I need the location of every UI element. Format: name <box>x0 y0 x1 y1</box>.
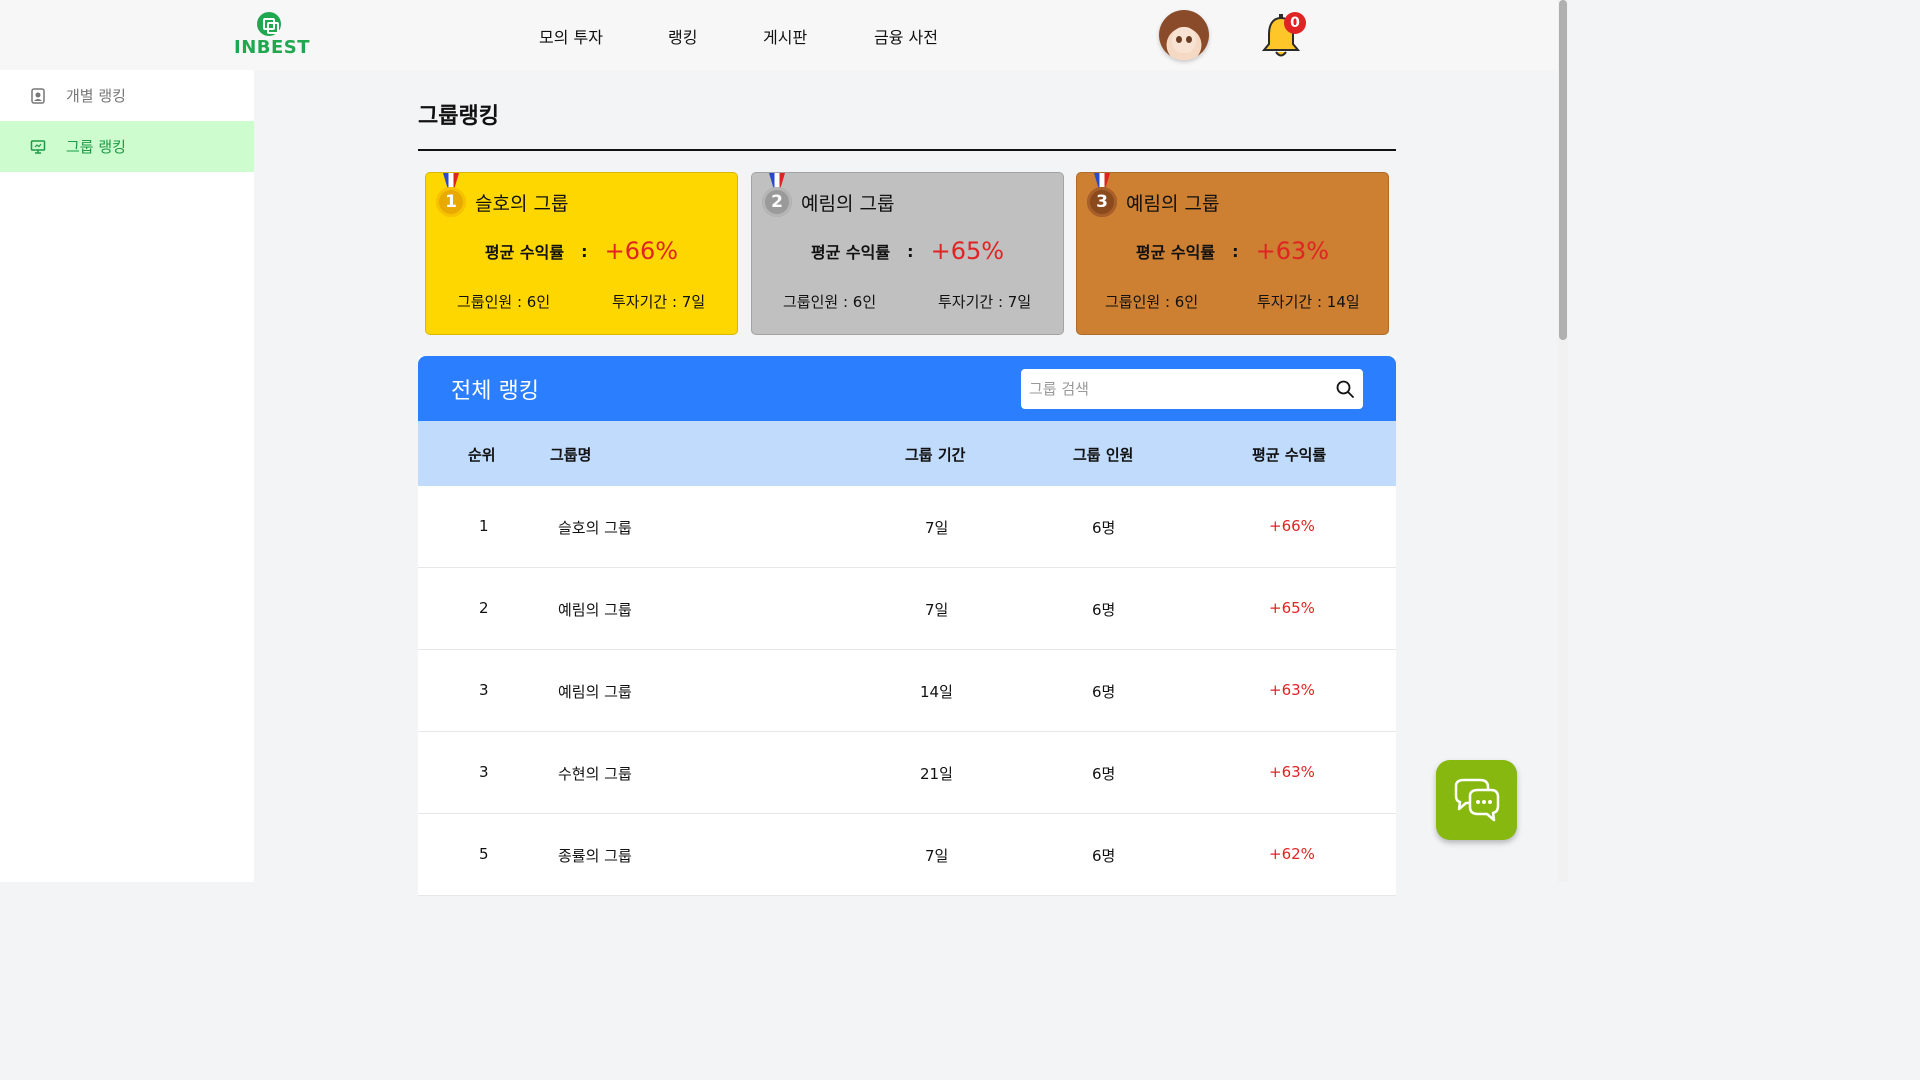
return-cell: +62% <box>1269 845 1315 863</box>
group-name: 슬호의 그룹 <box>475 193 569 215</box>
members-cell: 6명 <box>1092 601 1116 619</box>
sidebar-item-group-ranking[interactable]: 그룹 랭킹 <box>0 121 254 172</box>
avatar[interactable] <box>1159 10 1209 60</box>
silver-medal-icon: 2 <box>760 173 794 219</box>
logo-text: INBEST <box>234 37 311 58</box>
podium-card-3[interactable]: 3 예림의 그룹 평균 수익률 : +63% 그룹인원 : 6인 투자기간 : … <box>1076 172 1389 335</box>
group-name-cell: 종률의 그룹 <box>558 847 632 865</box>
return-cell: +63% <box>1269 763 1315 781</box>
sidebar-item-individual-ranking[interactable]: 개별 랭킹 <box>0 70 254 121</box>
group-name-cell: 예림의 그룹 <box>558 683 632 701</box>
group-name: 예림의 그룹 <box>1126 193 1220 215</box>
notification-badge: 0 <box>1284 12 1306 34</box>
sidebar-item-label: 그룹 랭킹 <box>66 138 126 156</box>
top-header: INBEST 모의 투자 랭킹 게시판 금융 사전 0 <box>0 0 1558 70</box>
avatar-eye <box>1186 36 1192 43</box>
column-average-return[interactable]: 평균 수익률 <box>1252 444 1326 465</box>
members-cell: 6명 <box>1092 683 1116 701</box>
rank-cell: 1 <box>479 517 489 535</box>
presentation-icon <box>30 139 46 154</box>
separator: : <box>581 241 588 261</box>
return-value: +63% <box>1255 237 1330 265</box>
nav-mock-investment[interactable]: 모의 투자 <box>539 24 603 48</box>
return-value: +66% <box>604 237 679 265</box>
column-group-name[interactable]: 그룹명 <box>550 444 591 465</box>
sidebar: 개별 랭킹 그룹 랭킹 <box>0 70 254 882</box>
table-row[interactable]: 5 종률의 그룹 7일 6명 +62% <box>418 814 1396 896</box>
scrollbar-thumb[interactable] <box>1559 0 1567 340</box>
sidebar-item-label: 개별 랭킹 <box>66 87 126 105</box>
members-cell: 6명 <box>1092 847 1116 865</box>
members-cell: 6명 <box>1092 765 1116 783</box>
separator: : <box>1232 241 1239 261</box>
group-name-cell: 예림의 그룹 <box>558 601 632 619</box>
group-members: 그룹인원 : 6인 <box>1105 293 1199 311</box>
period-cell: 21일 <box>920 765 953 783</box>
search-icon[interactable] <box>1335 379 1355 399</box>
return-label: 평균 수익률 <box>810 243 891 262</box>
notification-bell[interactable]: 0 <box>1261 12 1306 60</box>
investment-period: 투자기간 : 14일 <box>1257 293 1360 311</box>
group-search-box <box>1021 369 1363 409</box>
title-divider <box>418 149 1396 151</box>
column-group-members[interactable]: 그룹 인원 <box>1073 444 1133 465</box>
group-search-input[interactable] <box>1021 369 1331 409</box>
period-cell: 7일 <box>925 601 949 619</box>
table-row[interactable]: 3 수현의 그룹 21일 6명 +63% <box>418 732 1396 814</box>
average-return-row: 평균 수익률 : +66% <box>426 237 737 265</box>
separator: : <box>907 241 914 261</box>
nav-finance-dictionary[interactable]: 금융 사전 <box>874 24 938 48</box>
table-row[interactable]: 3 예림의 그룹 14일 6명 +63% <box>418 650 1396 732</box>
ranking-title: 전체 랭킹 <box>451 379 539 404</box>
page-title: 그룹랭킹 <box>418 104 499 129</box>
investment-period: 투자기간 : 7일 <box>612 293 706 311</box>
chat-button[interactable] <box>1436 760 1517 840</box>
return-label: 평균 수익률 <box>484 243 565 262</box>
table-row[interactable]: 2 예림의 그룹 7일 6명 +65% <box>418 568 1396 650</box>
gold-medal-icon: 1 <box>434 173 468 219</box>
rank-cell: 3 <box>479 681 489 699</box>
average-return-row: 평균 수익률 : +63% <box>1077 237 1388 265</box>
overall-ranking-panel: 전체 랭킹 순위 그룹명 그룹 기간 그룹 인원 평균 수익률 1 슬호의 그룹… <box>418 356 1396 896</box>
group-members: 그룹인원 : 6인 <box>457 293 551 311</box>
period-cell: 14일 <box>920 683 953 701</box>
group-name-cell: 수현의 그룹 <box>558 765 632 783</box>
return-cell: +63% <box>1269 681 1315 699</box>
podium-card-2[interactable]: 2 예림의 그룹 평균 수익률 : +65% 그룹인원 : 6인 투자기간 : … <box>751 172 1064 335</box>
inbest-logo[interactable]: INBEST <box>234 12 311 60</box>
return-value: +65% <box>930 237 1005 265</box>
rank-cell: 2 <box>479 599 489 617</box>
avatar-eye <box>1176 36 1182 43</box>
members-cell: 6명 <box>1092 519 1116 537</box>
avatar-face <box>1172 27 1196 53</box>
logo-icon <box>257 12 281 36</box>
group-name: 예림의 그룹 <box>801 193 895 215</box>
table-row[interactable]: 1 슬호의 그룹 7일 6명 +66% <box>418 486 1396 568</box>
average-return-row: 평균 수익률 : +65% <box>752 237 1063 265</box>
period-cell: 7일 <box>925 519 949 537</box>
rank-cell: 3 <box>479 763 489 781</box>
period-cell: 7일 <box>925 847 949 865</box>
group-name-cell: 슬호의 그룹 <box>558 519 632 537</box>
column-group-period[interactable]: 그룹 기간 <box>905 444 965 465</box>
return-cell: +66% <box>1269 517 1315 535</box>
nav-board[interactable]: 게시판 <box>763 24 807 48</box>
return-cell: +65% <box>1269 599 1315 617</box>
return-label: 평균 수익률 <box>1135 243 1216 262</box>
group-members: 그룹인원 : 6인 <box>783 293 877 311</box>
rank-cell: 5 <box>479 845 489 863</box>
bronze-medal-icon: 3 <box>1085 173 1119 219</box>
investment-period: 투자기간 : 7일 <box>938 293 1032 311</box>
ranking-header: 전체 랭킹 <box>418 356 1396 421</box>
podium-card-1[interactable]: 1 슬호의 그룹 평균 수익률 : +66% 그룹인원 : 6인 투자기간 : … <box>425 172 738 335</box>
column-rank[interactable]: 순위 <box>468 444 496 465</box>
chat-bubbles-icon <box>1454 778 1500 822</box>
person-badge-icon <box>31 87 45 104</box>
table-header: 순위 그룹명 그룹 기간 그룹 인원 평균 수익률 <box>418 421 1396 486</box>
nav-ranking[interactable]: 랭킹 <box>668 24 697 48</box>
